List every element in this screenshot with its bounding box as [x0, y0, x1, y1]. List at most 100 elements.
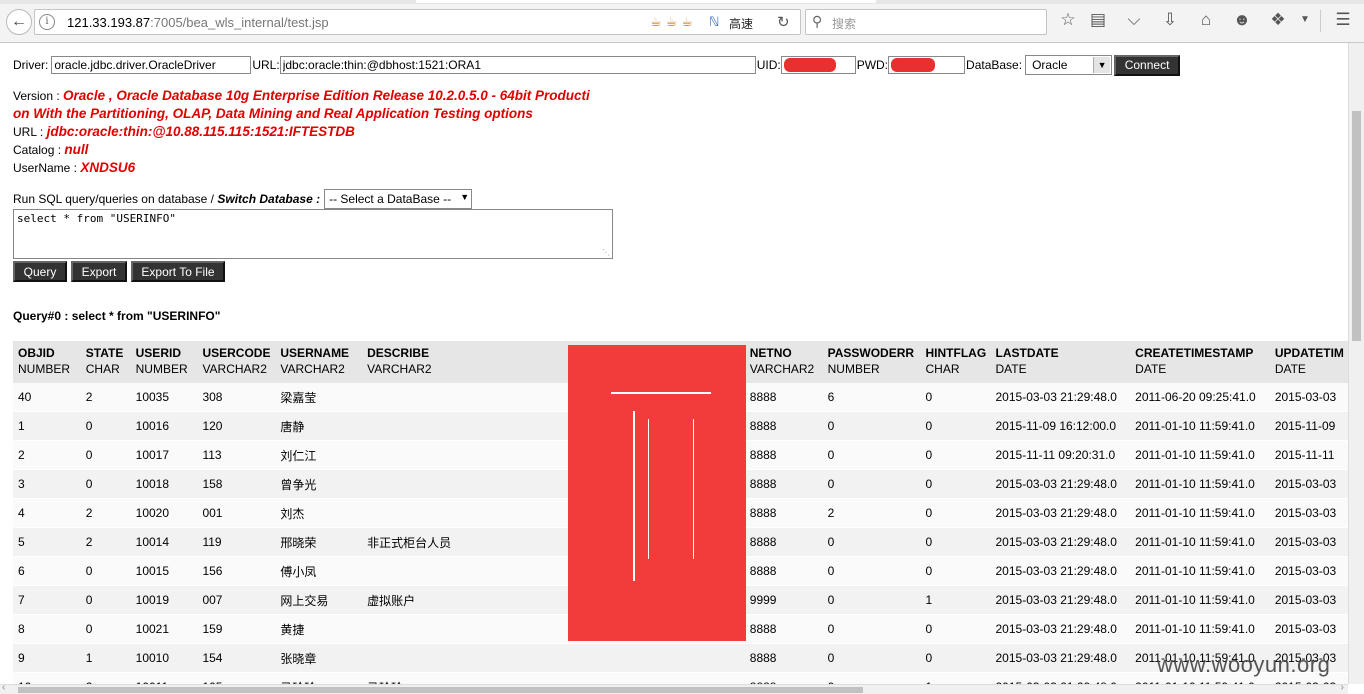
- column-type: CHAR: [85, 362, 120, 376]
- extension-icon[interactable]: ❖: [1267, 10, 1289, 30]
- info-icon[interactable]: i: [39, 14, 55, 30]
- sql-query-textarea[interactable]: select * from "USERINFO" ⋱: [13, 209, 613, 259]
- table-cell: 10010: [130, 643, 198, 673]
- hamburger-menu-icon[interactable]: ☰: [1332, 10, 1354, 30]
- table-cell: 2015-03-03: [1269, 469, 1348, 499]
- table-cell: 0: [920, 498, 991, 528]
- table-cell: 2015-03-03: [1269, 585, 1348, 615]
- active-tab[interactable]: [416, 0, 876, 3]
- table-cell: 0: [80, 411, 131, 441]
- table-cell: 8888: [744, 440, 823, 470]
- table-cell: 2011-01-10 11:59:41.0: [1130, 585, 1270, 615]
- column-header: HINTFLAG CHAR: [920, 341, 991, 383]
- database-select[interactable]: Oracle ▼: [1025, 55, 1113, 75]
- search-input[interactable]: ⚲ 搜索: [805, 9, 1047, 35]
- pwd-input[interactable]: [888, 56, 966, 74]
- column-type: VARCHAR2: [280, 362, 345, 376]
- table-cell: 0: [920, 383, 991, 412]
- table-cell: 0: [80, 440, 131, 470]
- horizontal-scroll-thumb[interactable]: [18, 687, 863, 693]
- column-type: DATE: [1274, 362, 1306, 376]
- export-to-file-button[interactable]: Export To File: [131, 261, 225, 282]
- chevron-down-icon[interactable]: ▼: [1294, 14, 1316, 25]
- java-plugin-icon[interactable]: ☕☕☕: [650, 14, 697, 30]
- scroll-right-icon[interactable]: ›: [1341, 682, 1344, 693]
- column-name: HINTFLAG: [925, 346, 987, 360]
- table-cell: 虚拟账户: [362, 585, 566, 615]
- table-cell: 001: [197, 498, 276, 528]
- download-icon[interactable]: ⇩: [1159, 10, 1181, 30]
- reading-list-icon[interactable]: ▤: [1087, 10, 1109, 30]
- table-cell: 梁嘉莹: [275, 383, 363, 412]
- table-cell: 黄捷: [275, 614, 363, 644]
- table-cell: 5: [13, 527, 81, 557]
- vertical-scrollbar[interactable]: [1348, 43, 1364, 684]
- url-label: URL:: [252, 58, 280, 72]
- table-cell: 0: [822, 440, 921, 470]
- column-name: LASTDATE: [995, 346, 1059, 360]
- switch-database-label: Switch Database :: [217, 192, 321, 206]
- table-cell: 2015-03-03: [1269, 527, 1348, 557]
- search-placeholder: 搜索: [832, 17, 857, 31]
- scroll-left-icon[interactable]: ‹: [2, 682, 5, 693]
- query-result-title: Query#0 : select * from "USERINFO": [13, 309, 221, 323]
- bookmark-star-icon[interactable]: ☆: [1057, 10, 1079, 30]
- table-cell: 2015-03-03: [1269, 556, 1348, 586]
- table-cell: 8888: [744, 411, 823, 441]
- address-bar[interactable]: i 121.33.193.87:7005/bea_wls_internal/te…: [34, 9, 801, 35]
- table-cell: [362, 498, 566, 528]
- table-cell: 8888: [744, 498, 823, 528]
- vertical-scroll-thumb[interactable]: [1352, 111, 1361, 341]
- driver-input[interactable]: [51, 56, 252, 74]
- table-cell: [362, 556, 566, 586]
- table-cell: 非正式柜台人员: [362, 527, 566, 557]
- home-icon[interactable]: ⌂: [1195, 10, 1217, 30]
- resize-grip-icon[interactable]: ⋱: [602, 248, 610, 257]
- database-label: DataBase:: [966, 58, 1023, 72]
- version-label: Version :: [13, 89, 60, 103]
- table-cell: 120: [197, 411, 276, 441]
- table-cell: 2: [80, 383, 131, 412]
- table-cell: 9: [13, 643, 81, 673]
- speed-mode-label[interactable]: 高速: [729, 15, 753, 32]
- table-cell: 马玲玲: [362, 672, 566, 684]
- table-cell: 6: [822, 383, 921, 412]
- column-name: PASSWODERR: [827, 346, 915, 360]
- horizontal-scrollbar[interactable]: ‹ ›: [0, 682, 1348, 694]
- table-cell: 2015-03-03 21:29:48.0: [990, 672, 1131, 684]
- query-button[interactable]: Query: [13, 261, 67, 282]
- chat-icon[interactable]: ☻: [1231, 10, 1253, 30]
- table-cell: 2015-03-03 21:29:48.0: [990, 585, 1131, 615]
- uid-input[interactable]: [780, 56, 856, 74]
- column-name: STATE: [85, 346, 124, 360]
- table-cell: 2015-03-03 21:29:48.0: [990, 498, 1131, 528]
- pocket-icon[interactable]: ⌵: [1123, 10, 1145, 30]
- table-cell: 2: [13, 440, 81, 470]
- back-button[interactable]: ←: [6, 9, 32, 35]
- table-cell: 0: [80, 614, 131, 644]
- url-input[interactable]: [279, 56, 756, 74]
- connection-form: Driver: URL: UID: PWD: DataBase: Oracle ▼…: [13, 54, 1181, 76]
- table-cell: 4: [13, 498, 81, 528]
- table-cell: 8888: [744, 527, 823, 557]
- table-cell: 2011-01-10 11:59:41.0: [1130, 469, 1270, 499]
- column-header: LASTDATE DATE: [990, 341, 1131, 383]
- table-cell: 曾争光: [275, 469, 363, 499]
- speed-mode-icon[interactable]: ℕ: [709, 14, 719, 30]
- switch-database-select[interactable]: -- Select a DataBase -- ▼: [324, 189, 473, 209]
- url-info-value: jdbc:oracle:thin:@10.88.115.115:1521:IFT…: [46, 124, 355, 139]
- table-cell: 7: [13, 585, 81, 615]
- reload-icon[interactable]: ↻: [777, 13, 790, 31]
- table-cell: 2: [80, 672, 131, 684]
- connect-button[interactable]: Connect: [1114, 54, 1181, 76]
- column-name: OBJID: [18, 346, 55, 360]
- table-cell: 10014: [130, 527, 198, 557]
- table-cell: 2015-03-03 21:29:48.0: [990, 469, 1131, 499]
- table-cell: 0: [920, 411, 991, 441]
- url-text[interactable]: 121.33.193.87:7005/bea_wls_internal/test…: [67, 15, 329, 30]
- table-cell: 119: [197, 527, 276, 557]
- export-button[interactable]: Export: [71, 261, 127, 282]
- table-cell: 105: [197, 672, 276, 684]
- table-cell: 网上交易: [275, 585, 363, 615]
- table-cell: 1: [80, 643, 131, 673]
